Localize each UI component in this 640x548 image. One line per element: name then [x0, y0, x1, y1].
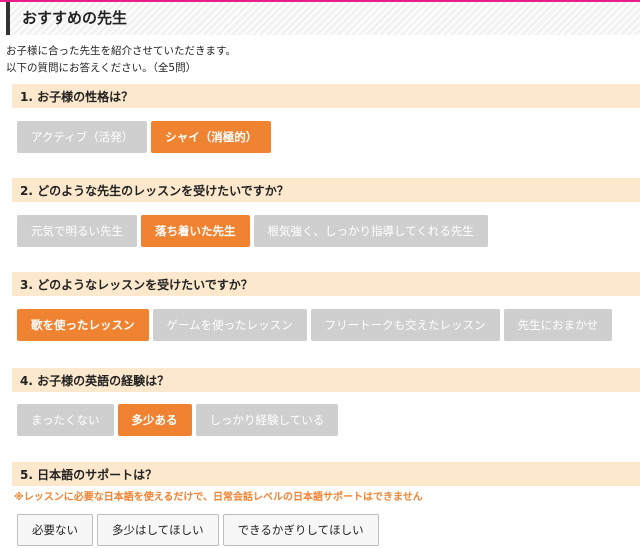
option-max-support-button[interactable]: できるかぎりしてほしい [222, 514, 379, 546]
option-song-lesson-button[interactable]: 歌を使ったレッスン [17, 309, 149, 341]
option-some-support-button[interactable]: 多少はしてほしい [97, 514, 219, 546]
option-calm-teacher-button[interactable]: 落ち着いた先生 [141, 215, 250, 247]
page-title-bar: おすすめの先生 [6, 2, 640, 35]
question-3-options: 歌を使ったレッスン ゲームを使ったレッスン フリートークも交えたレッスン 先生に… [17, 309, 613, 341]
question-3-title: 3. どのようなレッスンを受けたいですか？ [20, 278, 253, 292]
intro-line-1: お子様に合った先生を紹介させていただきます。 [6, 45, 236, 57]
question-2-options: 元気で明るい先生 落ち着いた先生 根気強く、しっかり指導してくれる先生 [17, 215, 488, 247]
option-leave-to-teacher-button[interactable]: 先生におまかせ [503, 309, 613, 341]
question-1-options: アクティブ（活発） シャイ（消極的） [17, 121, 272, 153]
option-active-button[interactable]: アクティブ（活発） [17, 121, 148, 153]
question-2-header: 2. どのような先生のレッスンを受けたいですか？ [12, 178, 640, 202]
page-title: おすすめの先生 [22, 9, 128, 27]
option-not-needed-button[interactable]: 必要ない [17, 514, 93, 546]
question-3-header: 3. どのようなレッスンを受けたいですか？ [12, 272, 640, 296]
option-no-experience-button[interactable]: まったくない [17, 404, 114, 436]
question-4-title: 4. お子様の英語の経験は？ [20, 374, 170, 388]
option-free-talk-lesson-button[interactable]: フリートークも交えたレッスン [310, 309, 500, 341]
question-5-header: 5. 日本語のサポートは？ [12, 462, 640, 486]
option-game-lesson-button[interactable]: ゲームを使ったレッスン [152, 309, 307, 341]
option-shy-button[interactable]: シャイ（消極的） [151, 121, 272, 153]
question-4-header: 4. お子様の英語の経験は？ [12, 368, 640, 392]
question-5-title: 5. 日本語のサポートは？ [20, 468, 158, 482]
question-2-title: 2. どのような先生のレッスンを受けたいですか？ [20, 184, 289, 198]
question-1-header: 1. お子様の性格は？ [12, 84, 640, 108]
option-cheerful-teacher-button[interactable]: 元気で明るい先生 [17, 215, 137, 247]
question-5-options: 必要ない 多少はしてほしい できるかぎりしてほしい [17, 514, 379, 546]
intro-line-2: 以下の質問にお答えください。（全5問） [6, 62, 197, 74]
japanese-support-note: ※レッスンに必要な日本語を使えるだけで、日常会話レベルの日本語サポートはできませ… [14, 492, 423, 503]
question-4-options: まったくない 多少ある しっかり経験している [17, 404, 339, 436]
option-patient-teacher-button[interactable]: 根気強く、しっかり指導してくれる先生 [253, 215, 488, 247]
option-some-experience-button[interactable]: 多少ある [117, 404, 192, 436]
question-1-title: 1. お子様の性格は？ [20, 90, 134, 104]
option-much-experience-button[interactable]: しっかり経験している [195, 404, 339, 436]
